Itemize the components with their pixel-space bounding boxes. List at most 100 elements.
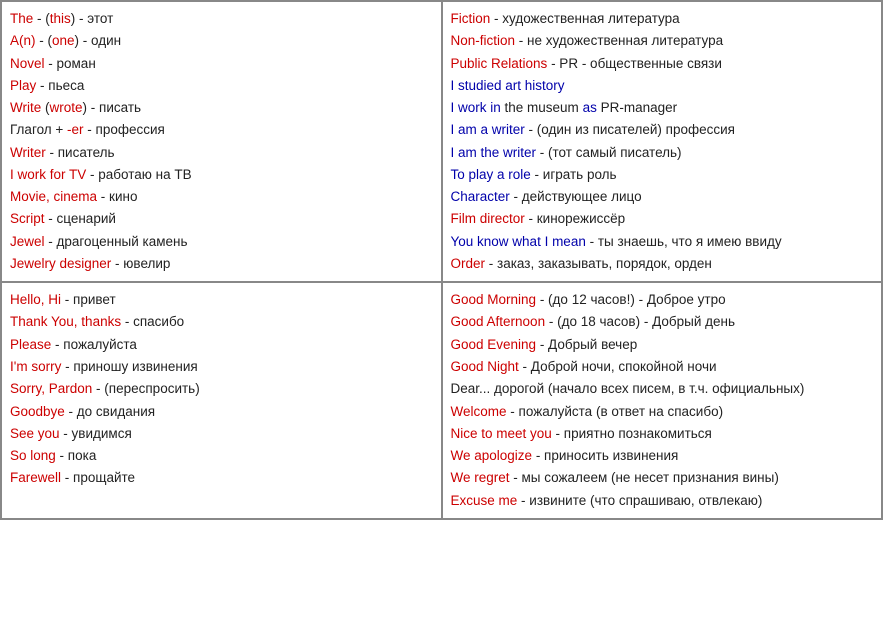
cell-top-right: Fiction - художественная литература Non-f… — [442, 1, 883, 282]
text-part: See you — [10, 426, 60, 441]
text-part: Good Afternoon — [451, 314, 546, 329]
text-part: ) - один — [75, 33, 122, 48]
text-part: I work in — [451, 100, 501, 115]
text-part: - до свидания — [65, 404, 155, 419]
text-part: - PR - общественные связи — [547, 56, 722, 71]
text-part: - роман — [45, 56, 96, 71]
text-part: Good Morning — [451, 292, 537, 307]
line: Thank You, thanks - спасибо — [10, 311, 433, 333]
text-part: I am a writer — [451, 122, 525, 137]
text-part: - (переспросить) — [92, 381, 199, 396]
text-part: Good Evening — [451, 337, 537, 352]
text-part: ) - писать — [83, 100, 142, 115]
line: Film director - кинорежиссёр — [451, 208, 874, 230]
line: I am the writer - (тот самый писатель) — [451, 142, 874, 164]
line: Farewell - прощайте — [10, 467, 433, 489]
cell-top-left: The - (this) - этотA(n) - (one) - одинNo… — [1, 1, 442, 282]
line: I'm sorry - приношу извинения — [10, 356, 433, 378]
line: Good Night - Доброй ночи, спокойной ночи — [451, 356, 874, 378]
line: I studied art history — [451, 75, 874, 97]
line: See you - увидимся — [10, 423, 433, 445]
text-part: - (до 18 часов) - Добрый день — [545, 314, 735, 329]
text-part: - Добрый вечер — [536, 337, 637, 352]
text-part: - извините (что спрашиваю, отвлекаю) — [517, 493, 762, 508]
text-part: Dear... — [451, 381, 491, 396]
text-part: the museum — [501, 100, 583, 115]
text-part: - драгоценный камень — [45, 234, 188, 249]
text-part: - пожалуйста — [51, 337, 137, 352]
text-part: I studied art history — [451, 78, 565, 93]
text-part: Please — [10, 337, 51, 352]
cell-bottom-left: Hello, Hi - приветThank You, thanks - сп… — [1, 282, 442, 519]
line: Writer - писатель — [10, 142, 433, 164]
text-part: - играть роль — [531, 167, 617, 182]
line: Good Afternoon - (до 18 часов) - Добрый … — [451, 311, 874, 333]
text-part: Excuse me — [451, 493, 518, 508]
line: We apologize - приносить извинения — [451, 445, 874, 467]
text-part: -er — [67, 122, 84, 137]
line: Hello, Hi - привет — [10, 289, 433, 311]
text-part: Character — [451, 189, 510, 204]
text-part: Script — [10, 211, 45, 226]
text-part: - привет — [61, 292, 116, 307]
text-part: Welcome — [451, 404, 507, 419]
line: Please - пожалуйста — [10, 334, 433, 356]
text-part: - Доброй ночи, спокойной ночи — [519, 359, 717, 374]
text-part: - действующее лицо — [510, 189, 642, 204]
line: You know what I mean - ты знаешь, что я … — [451, 231, 874, 253]
text-part: Sorry, Pardon — [10, 381, 92, 396]
line: Dear... дорогой (начало всех писем, в т.… — [451, 378, 874, 400]
line: Welcome - пожалуйста (в ответ на спасибо… — [451, 401, 874, 423]
line: Play - пьеса — [10, 75, 433, 97]
text-part: - художественная литература — [490, 11, 679, 26]
line: Sorry, Pardon - (переспросить) — [10, 378, 433, 400]
text-part: Глагол + — [10, 122, 67, 137]
cell-bottom-right: Good Morning - (до 12 часов!) - Доброе у… — [442, 282, 883, 519]
text-part: I am the writer — [451, 145, 537, 160]
text-part: Jewel — [10, 234, 45, 249]
text-part: - пока — [56, 448, 97, 463]
line: Excuse me - извините (что спрашиваю, отв… — [451, 490, 874, 512]
text-part: Write — [10, 100, 41, 115]
text-part: - (один из писателей) профессия — [525, 122, 735, 137]
text-part: Nice to meet you — [451, 426, 552, 441]
text-part: - кино — [97, 189, 137, 204]
text-part: Hello, Hi — [10, 292, 61, 307]
line: Order - заказ, заказывать, порядок, орде… — [451, 253, 874, 275]
text-part: - профессия — [84, 122, 165, 137]
text-part: as — [583, 100, 597, 115]
line: Movie, cinema - кино — [10, 186, 433, 208]
text-part: - кинорежиссёр — [525, 211, 625, 226]
text-part: - ювелир — [111, 256, 170, 271]
text-part: We regret — [451, 470, 510, 485]
main-grid: The - (this) - этотA(n) - (one) - одинNo… — [0, 0, 883, 520]
line: Jewelry designer - ювелир — [10, 253, 433, 275]
text-part: - сценарий — [45, 211, 116, 226]
line: Write (wrote) - писать — [10, 97, 433, 119]
text-part: - прощайте — [61, 470, 135, 485]
text-part: The — [10, 11, 33, 26]
text-part: дорогой (начало всех писем, в т.ч. офици… — [490, 381, 804, 396]
text-part: Writer — [10, 145, 46, 160]
text-part: Play — [10, 78, 36, 93]
text-part: Non-fiction — [451, 33, 516, 48]
text-part: Film director — [451, 211, 525, 226]
text-part: - приносить извинения — [532, 448, 678, 463]
text-part: Movie, cinema — [10, 189, 97, 204]
text-part: To play a role — [451, 167, 531, 182]
text-part: - спасибо — [121, 314, 184, 329]
text-part: - приношу извинения — [61, 359, 197, 374]
text-part: Public Relations — [451, 56, 548, 71]
line: To play a role - играть роль — [451, 164, 874, 186]
text-part: - работаю на ТВ — [86, 167, 191, 182]
text-part: - (до 12 часов!) - Доброе утро — [536, 292, 726, 307]
line: We regret - мы сожалеем (не несет призна… — [451, 467, 874, 489]
text-part: ) - этот — [71, 11, 114, 26]
text-part: A(n) — [10, 33, 36, 48]
line: I work for TV - работаю на ТВ — [10, 164, 433, 186]
text-part: - ( — [33, 11, 50, 26]
line: A(n) - (one) - один — [10, 30, 433, 52]
text-part: Fiction — [451, 11, 491, 26]
text-part: TV — [69, 167, 86, 182]
text-part: Good Night — [451, 359, 519, 374]
